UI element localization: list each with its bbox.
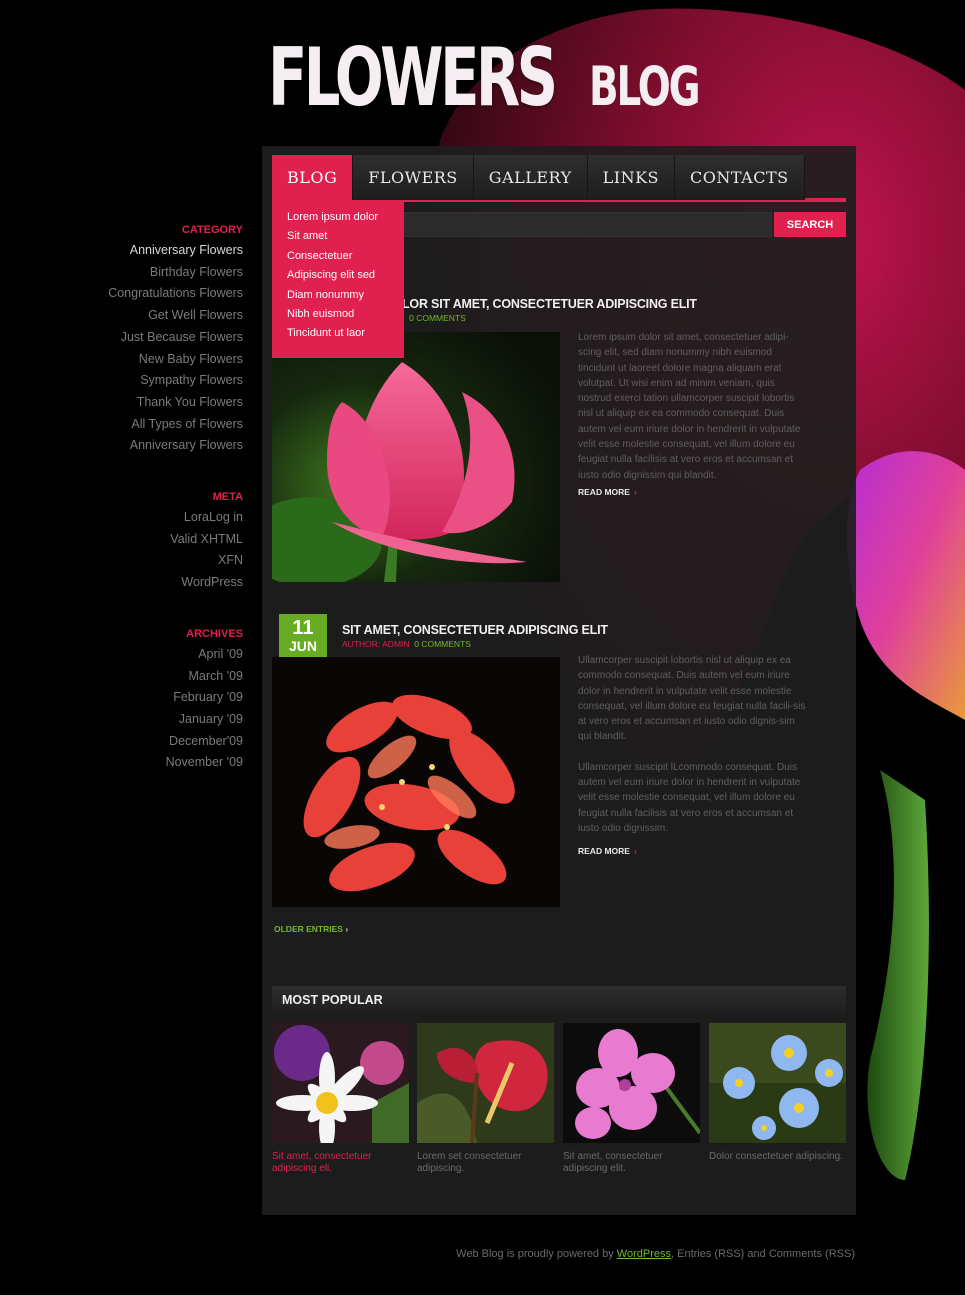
post-title[interactable]: LOR SIT AMET, CONSECTETUER ADIPISCING EL… bbox=[402, 297, 697, 311]
post-comments-link[interactable]: 0 COMMENTS bbox=[409, 313, 466, 323]
popular-image-anthurium[interactable] bbox=[417, 1023, 554, 1143]
blog-dropdown-menu: Lorem ipsum dolor Sit amet Consectetuer … bbox=[272, 200, 404, 358]
archive-item[interactable]: January '09 bbox=[23, 709, 243, 731]
post-excerpt: Lorem ipsum dolor sit amet, consectetuer… bbox=[578, 332, 801, 481]
post-image-clivia[interactable] bbox=[272, 657, 560, 907]
dropdown-item[interactable]: Adipiscing elit sed bbox=[272, 266, 404, 285]
archive-item[interactable]: December'09 bbox=[23, 731, 243, 753]
footer-prefix: Web Blog is proudly powered by bbox=[456, 1248, 614, 1260]
dropdown-item[interactable]: Nibh euismod bbox=[272, 305, 404, 324]
post-title[interactable]: SIT AMET, CONSECTETUER ADIPISCING ELIT bbox=[342, 623, 608, 637]
popular-image-daisy[interactable] bbox=[272, 1023, 409, 1143]
logo-text-flowers: FLOWERS bbox=[268, 31, 558, 124]
sidebar: CATEGORY Anniversary Flowers Birthday Fl… bbox=[23, 224, 243, 774]
category-item[interactable]: Sympathy Flowers bbox=[23, 370, 243, 392]
category-item[interactable]: Just Because Flowers bbox=[23, 327, 243, 349]
meta-heading: META bbox=[212, 491, 243, 504]
category-item[interactable]: New Baby Flowers bbox=[23, 349, 243, 371]
nav-gallery[interactable]: GALLERY bbox=[473, 155, 588, 200]
post-comments-link[interactable]: 0 COMMENTS bbox=[414, 639, 471, 649]
most-popular-heading: MOST POPULAR bbox=[272, 986, 846, 1014]
archive-item[interactable]: November '09 bbox=[23, 752, 243, 774]
meta-item[interactable]: XFN bbox=[23, 550, 243, 572]
category-item[interactable]: Congratulations Flowers bbox=[23, 283, 243, 305]
popular-item[interactable]: Dolor consectetuer adipiscing. bbox=[709, 1023, 846, 1163]
post-date-badge: 11 JUN bbox=[279, 614, 327, 660]
read-more-label: READ MORE bbox=[578, 487, 630, 497]
post-date-month: JUN bbox=[288, 638, 317, 654]
dropdown-item[interactable]: Sit amet bbox=[272, 227, 404, 246]
main-nav: BLOG FLOWERS GALLERY LINKS CONTACTS bbox=[272, 155, 805, 200]
post-meta: AUTHOR: ADMIN 0 COMMENTS bbox=[342, 639, 471, 649]
post-author[interactable]: AUTHOR: ADMIN bbox=[342, 639, 410, 649]
dropdown-item[interactable]: Lorem ipsum dolor bbox=[272, 208, 404, 227]
post-date-day: 11 bbox=[292, 617, 314, 639]
dropdown-item[interactable]: Tincidunt ut laor bbox=[272, 324, 404, 343]
read-more-link[interactable]: READ MORE › bbox=[578, 487, 637, 497]
chevron-right-icon: › bbox=[633, 846, 637, 856]
nav-links[interactable]: LINKS bbox=[587, 155, 676, 200]
popular-caption[interactable]: Sit amet, consectetuer adipiscing elit. bbox=[563, 1151, 700, 1174]
archives-heading: ARCHIVES bbox=[186, 627, 243, 640]
search-button[interactable]: SEARCH bbox=[774, 212, 846, 237]
chevron-right-icon: › bbox=[633, 487, 637, 497]
popular-item[interactable]: Lorem set consectetuer adipiscing. bbox=[417, 1023, 554, 1174]
meta-item[interactable]: Valid XHTML bbox=[23, 529, 243, 551]
popular-image-forget-me-not[interactable] bbox=[709, 1023, 846, 1143]
category-item[interactable]: Birthday Flowers bbox=[23, 262, 243, 284]
popular-caption[interactable]: Sit amet, consectetuer adipiscing eli. bbox=[272, 1151, 409, 1174]
dropdown-item[interactable]: Consectetuer bbox=[272, 247, 404, 266]
nav-blog[interactable]: BLOG bbox=[272, 155, 354, 200]
meta-item[interactable]: WordPress bbox=[23, 572, 243, 594]
category-heading: CATEGORY bbox=[181, 224, 243, 236]
site-logo[interactable]: FLOWERS BLOG bbox=[268, 38, 741, 118]
nav-flowers[interactable]: FLOWERS bbox=[353, 155, 474, 200]
dropdown-item[interactable]: Diam nonummy bbox=[272, 286, 404, 305]
read-more-label: READ MORE bbox=[578, 846, 630, 856]
post-excerpt: Ullamcorper suscipit lobortis nisl ut al… bbox=[578, 653, 810, 836]
post-image-lotus[interactable] bbox=[272, 332, 560, 582]
category-item[interactable]: Anniversary Flowers bbox=[23, 435, 243, 457]
category-item[interactable]: Thank You Flowers bbox=[23, 392, 243, 414]
archive-item[interactable]: February '09 bbox=[23, 687, 243, 709]
older-entries-link[interactable]: OLDER ENTRIES › bbox=[274, 924, 348, 934]
category-item[interactable]: Get Well Flowers bbox=[23, 305, 243, 327]
read-more-link[interactable]: READ MORE › bbox=[578, 846, 637, 856]
footer-wordpress-link[interactable]: WordPress bbox=[617, 1248, 671, 1260]
popular-caption[interactable]: Lorem set consectetuer adipiscing. bbox=[417, 1151, 554, 1174]
popular-item[interactable]: Sit amet, consectetuer adipiscing eli. bbox=[272, 1023, 409, 1174]
category-item[interactable]: All Types of Flowers bbox=[23, 414, 243, 436]
main-content-panel: BLOG FLOWERS GALLERY LINKS CONTACTS SEAR… bbox=[262, 146, 856, 1215]
category-item[interactable]: Anniversary Flowers bbox=[23, 240, 243, 262]
logo-text-blog: BLOG bbox=[588, 55, 701, 118]
post-meta: : 0 COMMENTS bbox=[402, 313, 466, 323]
nav-contacts[interactable]: CONTACTS bbox=[675, 155, 805, 200]
archive-item[interactable]: April '09 bbox=[23, 644, 243, 666]
popular-caption[interactable]: Dolor consectetuer adipiscing. bbox=[709, 1151, 846, 1163]
site-footer: Web Blog is proudly powered by WordPress… bbox=[456, 1248, 855, 1260]
footer-suffix: , Entries (RSS) and Comments (RSS) bbox=[671, 1248, 855, 1260]
chevron-right-icon: › bbox=[345, 924, 349, 934]
meta-item[interactable]: LoraLog in bbox=[23, 507, 243, 529]
archive-item[interactable]: March '09 bbox=[23, 666, 244, 688]
popular-image-geranium[interactable] bbox=[563, 1023, 700, 1143]
popular-item[interactable]: Sit amet, consectetuer adipiscing elit. bbox=[563, 1023, 700, 1174]
post-paragraph: Ullamcorper suscipit lLcommodo consequat… bbox=[578, 761, 801, 834]
post-paragraph: Ullamcorper suscipit lobortis nisl ut al… bbox=[578, 655, 806, 743]
older-entries-label: OLDER ENTRIES bbox=[274, 924, 343, 934]
